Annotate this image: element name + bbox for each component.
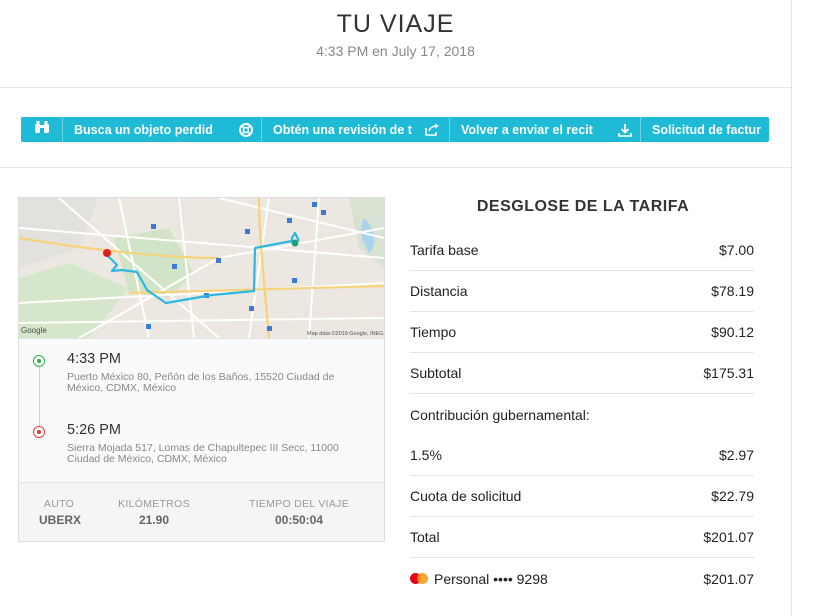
fare-row-label: Distancia — [410, 283, 468, 299]
invoice-request-label: Solicitud de factura — [652, 122, 761, 137]
stat-distance-label: KILÓMETROS — [118, 498, 190, 510]
fare-breakdown: DESGLOSE DE LA TARIFA Tarifa base $7.00 … — [410, 197, 754, 587]
fare-row-amount: $175.31 — [703, 365, 754, 381]
fare-row-amount: $7.00 — [718, 242, 754, 258]
resend-receipt-button[interactable]: Volver a enviar el recit — [450, 117, 641, 142]
stat-distance: KILÓMETROS 21.90 — [114, 498, 194, 527]
lost-item-button[interactable]: Busca un objeto perdid — [63, 117, 262, 142]
page-right-border — [791, 0, 792, 616]
review-label: Obtén una revisión de t — [273, 122, 412, 137]
dropoff-time: 5:26 PM — [67, 422, 121, 438]
stat-duration-value: 00:50:04 — [274, 513, 324, 527]
fare-row-label: Contribución gubernamental: — [410, 406, 590, 423]
pickup-marker-icon — [33, 355, 45, 367]
action-toolbar: Busca un objeto perdid Obtén una revisió… — [21, 117, 769, 142]
mastercard-icon — [410, 573, 428, 584]
fare-row: Cuota de solicitud $22.79 — [410, 476, 754, 517]
lost-item-label: Busca un objeto perdid — [74, 122, 213, 137]
header-divider — [0, 87, 791, 88]
fare-row-total: Total $201.07 — [410, 517, 754, 558]
fare-row-label: Cuota de solicitud — [410, 488, 522, 504]
page-title: TU VIAJE — [336, 10, 455, 38]
fare-title: DESGLOSE DE LA TARIFA — [476, 198, 690, 215]
svg-text:Map data ©2018 Google, INEGI: Map data ©2018 Google, INEGI — [307, 330, 384, 337]
route-connector — [39, 367, 40, 429]
stat-vehicle-label: AUTO — [43, 498, 75, 510]
fare-row-label: Tiempo — [410, 324, 457, 340]
fare-row-label: Total — [410, 529, 440, 545]
share-icon — [425, 123, 441, 136]
trip-date: 4:33 PM en July 17, 2018 — [316, 43, 475, 59]
route-map[interactable]: Google Map data ©2018 Google, INEGI — [19, 198, 384, 338]
trip-header: TU VIAJE 4:33 PM en July 17, 2018 — [0, 0, 791, 88]
fare-row: Contribución gubernamental: — [410, 394, 754, 435]
trip-stats: AUTO UBERX KILÓMETROS 21.90 TIEMPO DEL V… — [19, 482, 384, 541]
payment-row: Personal •••• 9298 $201.07 — [410, 558, 754, 599]
stat-duration-label: TIEMPO DEL VIAJE — [248, 498, 350, 510]
invoice-request-button[interactable]: Solicitud de factura — [641, 117, 769, 142]
fare-row: 1.5% $2.97 — [410, 435, 754, 476]
fare-row: Tiempo $90.12 — [410, 312, 754, 353]
review-button[interactable]: Obtén una revisión de t — [262, 117, 450, 142]
fare-row-label: Subtotal — [410, 365, 462, 381]
binoculars-icon — [34, 120, 50, 139]
download-icon — [618, 123, 632, 137]
trip-card: Google Map data ©2018 Google, INEGI 4:33… — [18, 197, 385, 542]
dropoff-marker-icon — [33, 426, 45, 438]
fare-row: Subtotal $175.31 — [410, 353, 754, 394]
stat-vehicle-value: UBERX — [39, 513, 82, 527]
fare-row-amount: $90.12 — [711, 324, 754, 340]
svg-text:Google: Google — [21, 326, 47, 335]
resend-receipt-label: Volver a enviar el recit — [461, 122, 593, 137]
dropoff-address: Sierra Mojada 517, Lomas de Chapultepec … — [67, 442, 339, 465]
trip-stops: 4:33 PM Puerto México 80, Peñón de los B… — [19, 338, 384, 482]
payment-amount: $201.07 — [703, 570, 754, 587]
stat-duration: TIEMPO DEL VIAJE 00:50:04 — [244, 498, 354, 527]
pickup-time: 4:33 PM — [67, 351, 121, 367]
fare-row-amount: $78.19 — [711, 283, 754, 299]
payment-label: Personal •••• 9298 — [434, 570, 548, 587]
lifebuoy-icon — [239, 122, 253, 137]
fare-row-label: 1.5% — [410, 447, 442, 463]
toolbar-divider — [0, 167, 791, 168]
fare-row-amount: $2.97 — [718, 447, 754, 463]
fare-row-label: Tarifa base — [410, 242, 479, 258]
fare-row-amount: $201.07 — [703, 529, 754, 545]
pickup-address: Puerto México 80, Peñón de los Baños, 15… — [67, 371, 335, 394]
fare-row: Tarifa base $7.00 — [410, 230, 754, 271]
stat-vehicle: AUTO UBERX — [39, 498, 82, 527]
fare-rows: Tarifa base $7.00 Distancia $78.19 Tiemp… — [410, 230, 754, 599]
fare-row-amount: $22.79 — [711, 488, 754, 504]
fare-row: Distancia $78.19 — [410, 271, 754, 312]
stat-distance-value: 21.90 — [138, 513, 170, 527]
payment-method: Personal •••• 9298 — [410, 571, 548, 587]
find-item-button[interactable] — [21, 117, 63, 142]
